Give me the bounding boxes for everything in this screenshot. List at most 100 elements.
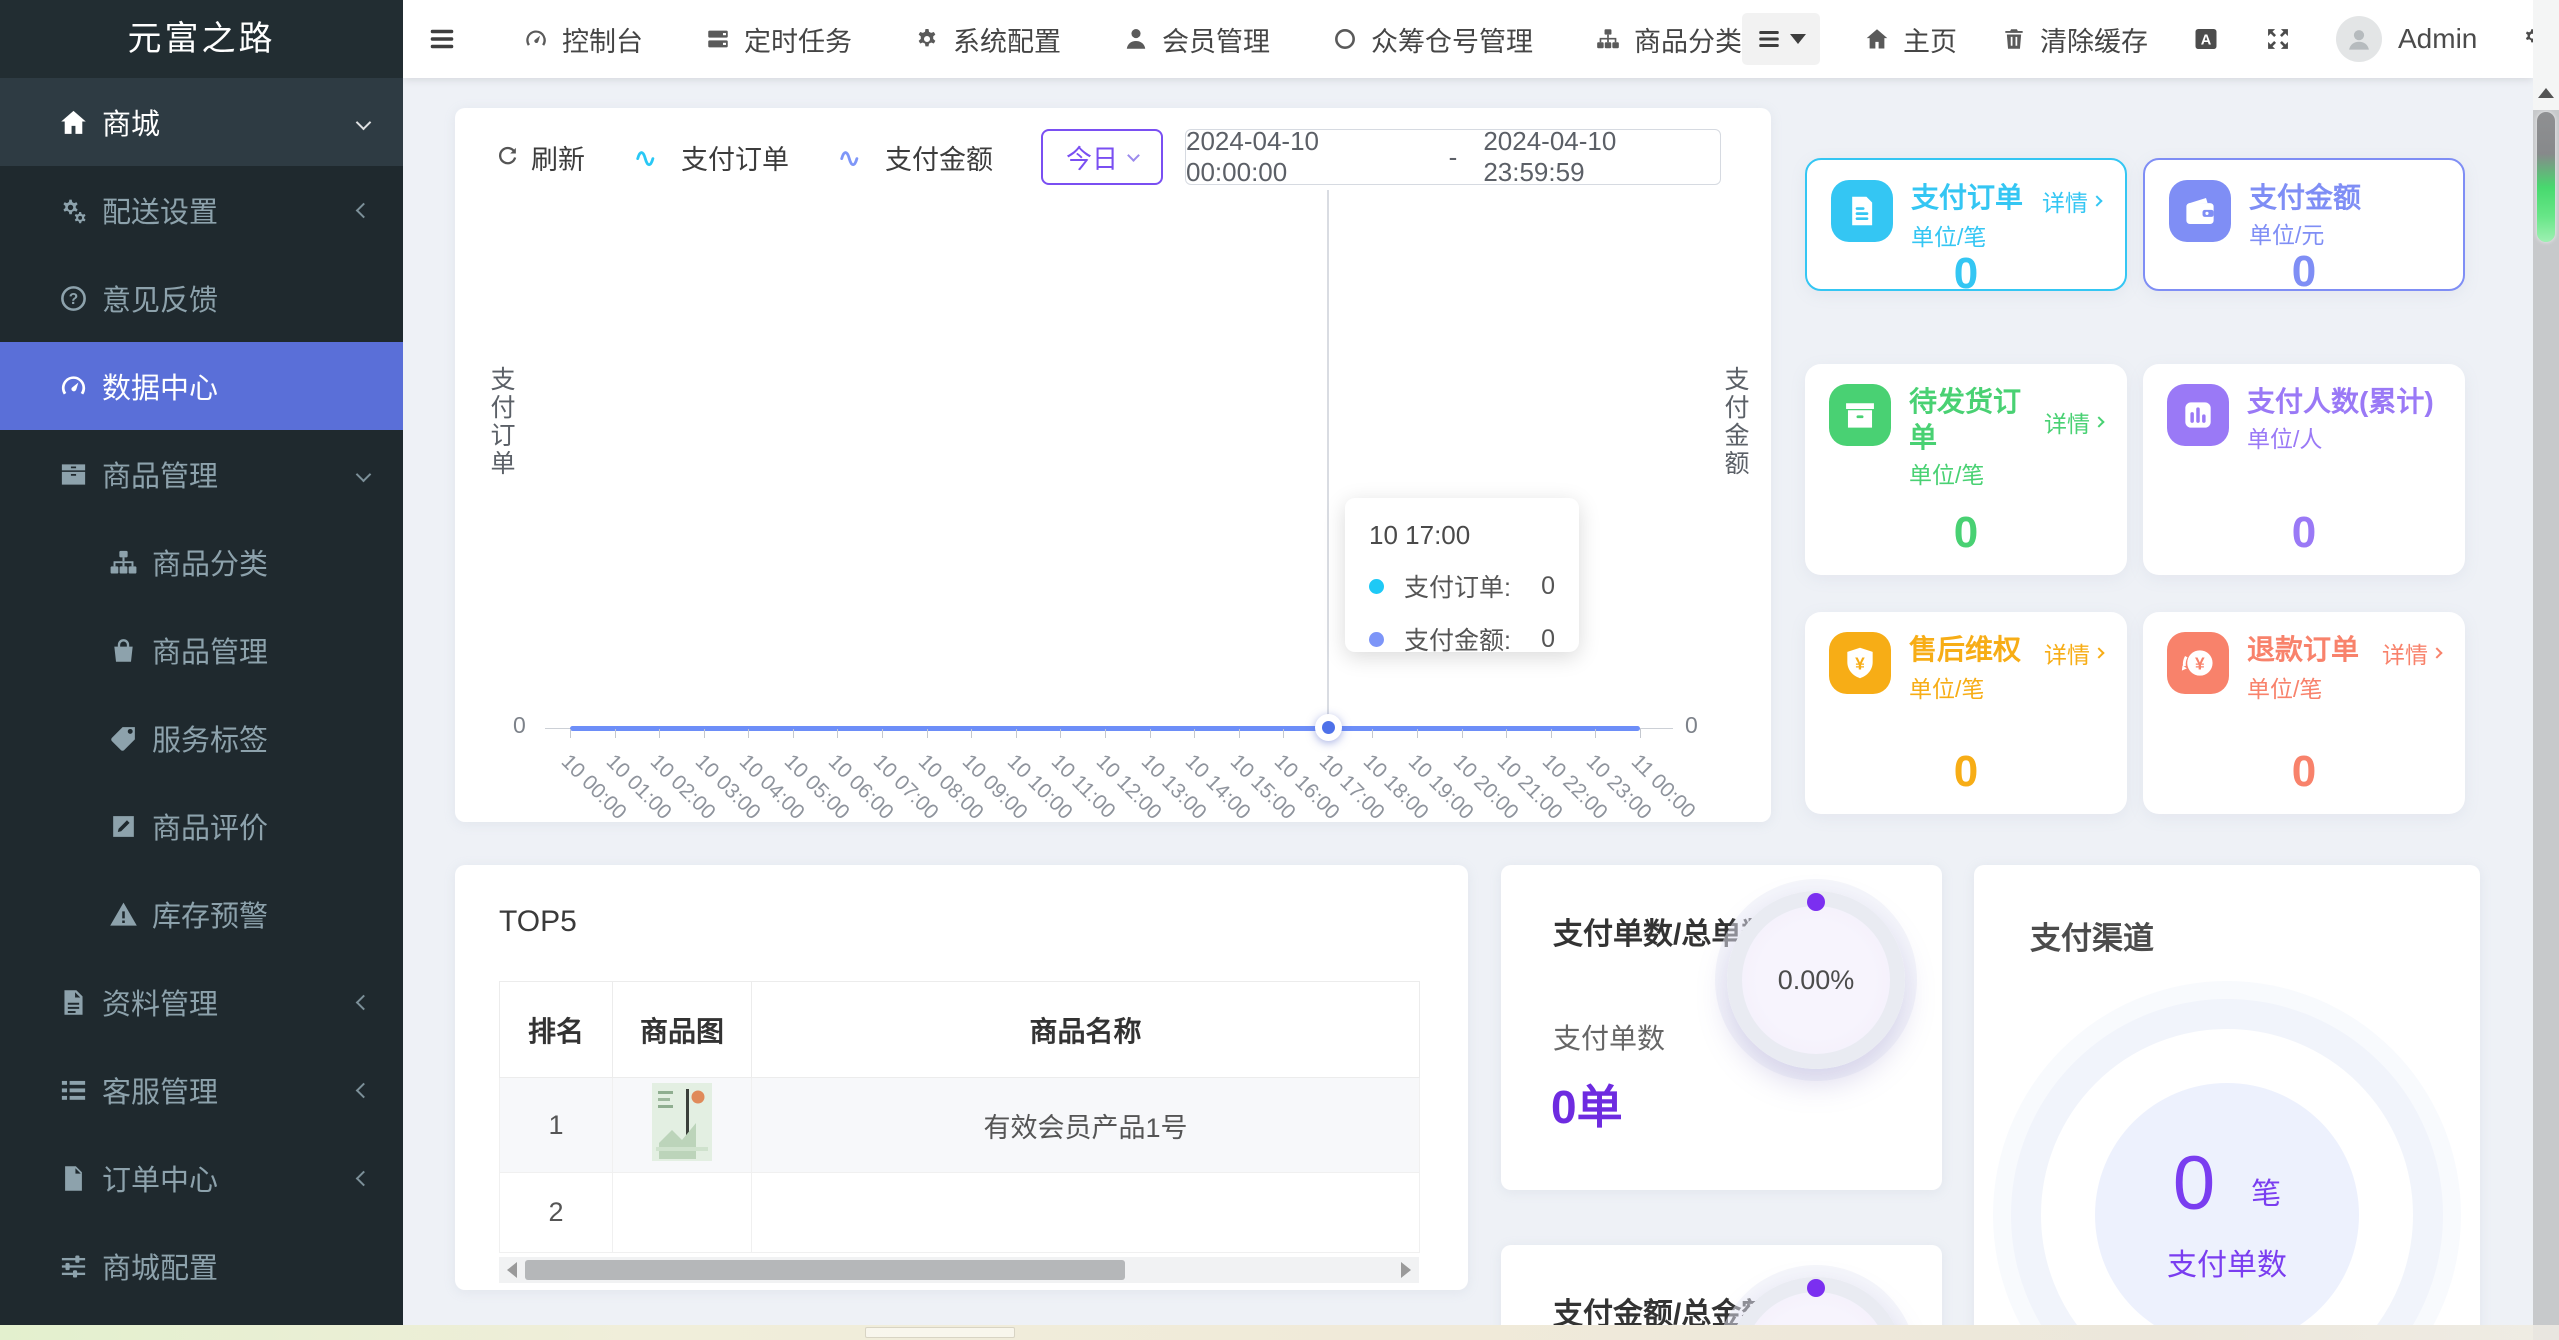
sidebar-item-product-reviews[interactable]: 商品评价	[0, 782, 403, 870]
fullscreen-icon[interactable]	[2264, 25, 2292, 53]
wallet-icon	[2169, 180, 2231, 242]
content: 刷新 支付订单 支付金额 今日 2024-04-10 00:00:00 - 202…	[403, 78, 2533, 1325]
gauge-dot	[1807, 1279, 1825, 1297]
sidebar-item-label: 库存预警	[152, 901, 269, 933]
tooltip-series-label: 支付订单:	[1404, 574, 1511, 602]
svg-text:¥: ¥	[2195, 653, 2205, 673]
gear-icon	[914, 26, 940, 52]
invoice-icon	[1831, 180, 1893, 242]
rank-cell: 1	[499, 1077, 613, 1173]
user-menu[interactable]: Admin	[2336, 16, 2477, 62]
stat-card-title: 支付人数(累计)	[2247, 386, 2434, 417]
sidebar-item-product-category[interactable]: 商品分类	[0, 518, 403, 606]
chevron-right-icon	[2093, 647, 2105, 659]
nav-clear-cache-label: 清除缓存	[2040, 26, 2148, 57]
sidebar-item-label: 配送设置	[102, 197, 219, 229]
pay-channel-panel: 支付渠道 0 笔 支付单数	[1974, 865, 2480, 1325]
home-icon	[58, 107, 102, 138]
circle-icon	[1332, 26, 1358, 52]
chevron-right-icon	[2093, 416, 2105, 428]
user-icon	[1123, 26, 1149, 52]
chevron-down-icon	[355, 466, 372, 482]
scroll-right-icon[interactable]	[1401, 1262, 1411, 1278]
sidebar-item-data-center[interactable]: 数据中心	[0, 342, 403, 430]
chevron-down-icon	[1127, 148, 1140, 162]
x-tick	[1595, 729, 1597, 738]
horizontal-scrollbar[interactable]	[0, 1325, 2559, 1340]
top5-title: TOP5	[499, 905, 577, 938]
nav-item-member-management[interactable]: 会员管理	[1123, 20, 1270, 59]
nav-item-product-category[interactable]: 商品分类	[1595, 20, 1742, 59]
chevron-left-icon	[355, 202, 372, 218]
legend-item[interactable]: 支付金额	[831, 138, 993, 177]
gauge-icon	[58, 371, 102, 402]
detail-label: 详情	[2044, 642, 2090, 668]
table-scrollbar[interactable]	[499, 1257, 1419, 1283]
sidebar-item-stock-alert[interactable]: 库存预警	[0, 870, 403, 958]
series-dot	[1369, 631, 1384, 647]
date-range-input[interactable]: 2024-04-10 00:00:00 - 2024-04-10 23:59:5…	[1185, 126, 1721, 187]
sidebar-item-customer-service[interactable]: 客服管理	[0, 1046, 403, 1134]
scroll-left-icon[interactable]	[507, 1262, 517, 1278]
nav-item-crowdfunding-management[interactable]: 众筹仓号管理	[1332, 20, 1533, 59]
pay-count-value: 0单	[1551, 1081, 1623, 1133]
file-text-icon	[58, 987, 102, 1018]
sidebar-item-service-tags[interactable]: 服务标签	[0, 694, 403, 782]
stat-card-value: 0	[1953, 747, 1979, 796]
x-tick	[748, 729, 750, 738]
sitemap-icon	[1595, 26, 1621, 52]
x-tick	[1104, 729, 1106, 738]
refund-icon: ¥	[2167, 632, 2229, 694]
sidebar-item-product-list[interactable]: 商品管理	[0, 606, 403, 694]
question-icon: ?	[58, 283, 102, 314]
refresh-button[interactable]: 刷新	[495, 138, 585, 177]
sidebar-item-label: 商城配置	[102, 1253, 219, 1285]
sidebar-item-product-management[interactable]: 商品管理	[0, 430, 403, 518]
nav-item-system-config[interactable]: 系统配置	[914, 20, 1061, 59]
nav-clear-cache[interactable]: 清除缓存	[2001, 20, 2148, 59]
sidebar-item-delivery-settings[interactable]: 配送设置	[0, 166, 403, 254]
detail-link[interactable]: 详情	[2044, 632, 2105, 670]
stat-card-unit: 单位/笔	[1911, 224, 1987, 250]
legend-item[interactable]: 支付订单	[627, 138, 789, 177]
sidebar-item-label: 数据中心	[102, 373, 219, 405]
x-tick	[882, 729, 884, 738]
sidebar-item-label: 商城	[102, 109, 161, 141]
translate-icon[interactable]: A	[2192, 25, 2220, 53]
nav-item-console[interactable]: 控制台	[523, 20, 643, 59]
nav-home[interactable]: 主页	[1864, 20, 1957, 59]
sidebar-item-material-management[interactable]: 资料管理	[0, 958, 403, 1046]
sidebar-item-order-center[interactable]: 订单中心	[0, 1134, 403, 1222]
detail-link[interactable]: 详情	[2042, 180, 2103, 218]
scrollbar-thumb[interactable]	[525, 1260, 1125, 1280]
detail-link[interactable]: 详情	[2044, 384, 2105, 456]
scroll-corner	[2533, 1325, 2559, 1340]
nav-item-label: 会员管理	[1162, 26, 1270, 57]
chevron-left-icon	[355, 994, 372, 1010]
vertical-scrollbar[interactable]	[2533, 0, 2559, 1325]
sidebar-item-label: 资料管理	[102, 989, 219, 1021]
product-image-cell	[612, 1172, 752, 1253]
sidebar-item-feedback[interactable]: ? 意见反馈	[0, 254, 403, 342]
vscrollbar-thumb[interactable]	[2537, 112, 2555, 242]
tag-icon	[108, 723, 152, 754]
detail-link[interactable]: 详情	[2382, 632, 2443, 670]
top5-table: 排名 商品图 商品名称 1 有效会员产品1号 2	[499, 981, 1420, 1253]
nav-item-scheduled-tasks[interactable]: 定时任务	[705, 20, 852, 59]
sidebar-item-mall[interactable]: 商城	[0, 78, 403, 166]
stat-card-title: 支付订单	[1911, 182, 2024, 213]
x-tick	[570, 729, 571, 738]
x-tick	[1194, 729, 1196, 738]
top5-panel: TOP5 排名 商品图 商品名称 1 有效会员产品1号 2	[455, 865, 1468, 1290]
menu-dropdown-button[interactable]	[1742, 13, 1820, 65]
sidebar-toggle-icon[interactable]	[427, 24, 457, 54]
file-icon	[58, 1163, 102, 1194]
stat-card-pay-amount: 支付金额 单位/元 0	[2143, 158, 2465, 291]
scroll-up-icon[interactable]	[2538, 88, 2554, 98]
product-name-cell	[751, 1172, 1420, 1253]
hscrollbar-thumb[interactable]	[865, 1327, 1015, 1338]
y-axis-left-name: 支付订单	[487, 366, 515, 478]
sidebar-item-mall-config[interactable]: 商城配置	[0, 1222, 403, 1310]
server-icon	[705, 26, 731, 52]
range-select-button[interactable]: 今日	[1041, 129, 1163, 185]
